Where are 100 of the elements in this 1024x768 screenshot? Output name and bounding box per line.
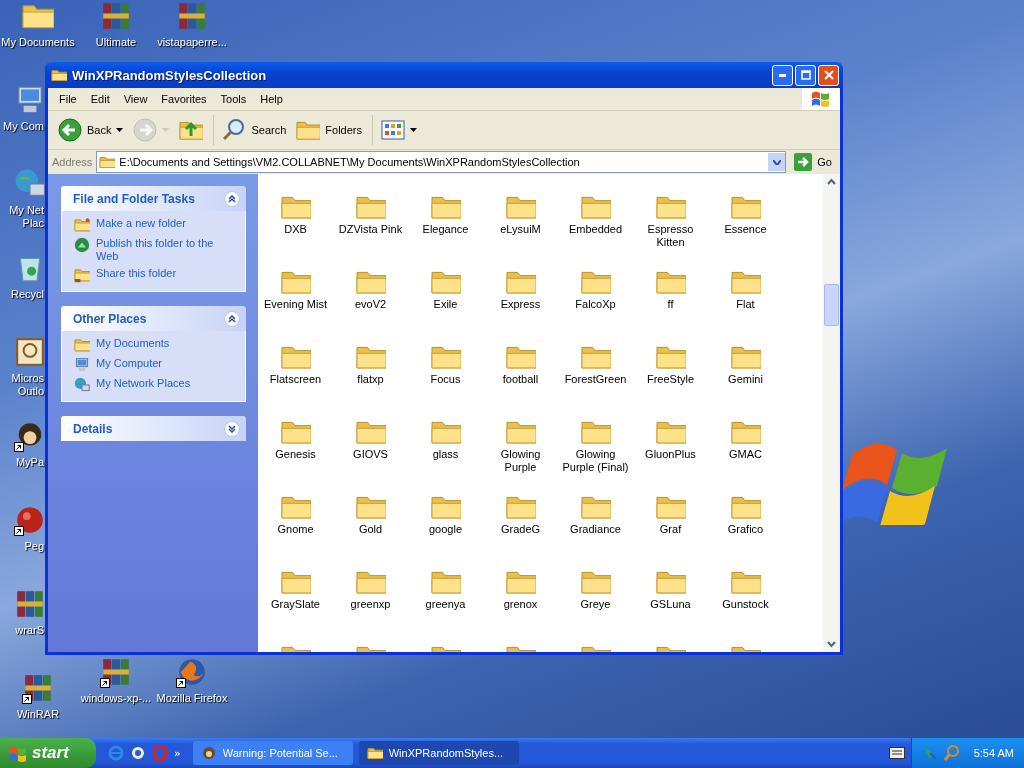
search-icon[interactable] (943, 745, 960, 761)
desktop-icon-label[interactable]: My Documents (1, 36, 75, 49)
close-button[interactable] (818, 64, 839, 86)
task-link[interactable]: Publish this folder to the Web (96, 237, 237, 263)
menu-item[interactable]: Edit (83, 93, 117, 105)
desktop-icon-label[interactable]: My Com (3, 120, 44, 133)
keyboard-icon[interactable] (888, 747, 905, 759)
desktop-icon-label[interactable]: Ultimate (95, 36, 137, 49)
menu-item[interactable]: File (52, 93, 84, 105)
go-button[interactable]: Go (790, 153, 836, 171)
shared-folder-icon (74, 267, 90, 283)
folder-label[interactable]: google (408, 523, 483, 536)
folder-label[interactable]: GMAC (708, 448, 783, 461)
folder-label[interactable]: Graf (633, 523, 708, 536)
desktop-icon-label[interactable]: windows-xp-... (80, 692, 152, 705)
folder-label[interactable]: DXB (258, 223, 333, 236)
folder-label[interactable]: Greye (558, 598, 633, 611)
folder-label[interactable]: Express (483, 298, 558, 311)
desktop-icon-label[interactable]: vistapaperre... (157, 36, 227, 49)
folder-label[interactable]: Evening Mist (258, 298, 333, 311)
scroll-thumb[interactable] (824, 284, 839, 326)
more-chevron[interactable]: » (174, 746, 181, 760)
taskbar-button[interactable]: Warning: Potential Se... (192, 741, 353, 765)
folder-label[interactable]: Glowing Purple (Final) (558, 448, 633, 474)
collapse-chevron-icon[interactable] (224, 190, 240, 207)
folder-label[interactable]: Grafico (708, 523, 783, 536)
task-link[interactable]: Share this folder (96, 267, 177, 280)
folder-label[interactable]: grenox (483, 598, 558, 611)
vertical-scrollbar[interactable] (823, 174, 840, 652)
minimize-button[interactable] (772, 64, 793, 86)
desktop-icon-label[interactable]: Mozilla Firefox (156, 692, 228, 705)
dropdown-button[interactable] (768, 153, 786, 171)
search-button[interactable]: Search (213, 115, 291, 145)
folder-label[interactable]: DZVista Pink (333, 223, 408, 236)
panel-header[interactable]: Other Places (61, 306, 246, 331)
desktop-icon-label[interactable]: Recycl (11, 288, 44, 301)
books-archive-icon (22, 672, 54, 704)
desktop-icon-label[interactable]: My Net Plac (9, 204, 44, 230)
expand-chevron-icon[interactable] (224, 420, 240, 437)
folder-label[interactable]: GSLuna (633, 598, 708, 611)
globe-computer-icon (74, 377, 90, 393)
folder-label[interactable]: Embedded (558, 223, 633, 236)
folder-label[interactable]: GraySlate (258, 598, 333, 611)
folder-label[interactable]: Genesis (258, 448, 333, 461)
folder-label[interactable]: Flatscreen (258, 373, 333, 386)
panel-header[interactable]: Details (61, 416, 246, 441)
collapse-chevron-icon[interactable] (224, 310, 240, 327)
maximize-button[interactable] (795, 64, 816, 86)
folder-label[interactable]: Gunstock (708, 598, 783, 611)
folder-icon (74, 337, 90, 353)
folder-label[interactable]: greenya (408, 598, 483, 611)
task-link[interactable]: My Documents (96, 337, 170, 350)
folder-label[interactable]: evoV2 (333, 298, 408, 311)
folder-icon (51, 68, 67, 82)
folder-label[interactable]: FreeStyle (633, 373, 708, 386)
fox-globe-icon (176, 656, 208, 688)
folder-label[interactable]: Focus (408, 373, 483, 386)
e-logo-icon[interactable] (108, 745, 124, 761)
task-link[interactable]: Make a new folder (96, 217, 186, 230)
taskbar-button[interactable]: WinXPRandomStyles... (358, 741, 519, 765)
messenger-icon[interactable] (130, 745, 146, 761)
close-icon (823, 70, 834, 80)
task-link[interactable]: My Computer (96, 357, 163, 370)
desktop-icon-label[interactable]: WinRAR (16, 708, 60, 721)
menu-item[interactable]: View (116, 93, 155, 105)
shortcut-arrow-icon (14, 526, 24, 536)
menu-item[interactable]: Tools (213, 93, 254, 105)
folder-label[interactable]: GIOVS (333, 448, 408, 461)
menu-item[interactable]: Favorites (154, 93, 214, 105)
folder-label[interactable]: flatxp (333, 373, 408, 386)
folder-label[interactable]: GradeG (483, 523, 558, 536)
windows-flag-icon (8, 744, 26, 762)
folder-label[interactable]: Glowing Purple (483, 448, 558, 474)
menu-item[interactable]: Help (253, 93, 290, 105)
folder-label[interactable]: Exile (408, 298, 483, 311)
folder-label[interactable]: football (483, 373, 558, 386)
folder-label[interactable]: glass (408, 448, 483, 461)
folders-button[interactable]: Folders (292, 115, 366, 145)
folder-label[interactable]: FalcoXp (558, 298, 633, 311)
o-logo-icon[interactable] (152, 745, 168, 761)
panel-header[interactable]: File and Folder Tasks (61, 186, 246, 211)
task-link[interactable]: My Network Places (96, 377, 191, 390)
folder-label[interactable]: greenxp (333, 598, 408, 611)
folder-label[interactable]: ff (633, 298, 708, 311)
desktop-icon-label[interactable]: Micros Outlo (11, 372, 44, 398)
folder-label[interactable]: Gold (333, 523, 408, 536)
calendar-icon (14, 336, 46, 368)
folder-label[interactable]: eLysuiM (483, 223, 558, 236)
folder-label[interactable]: Gemini (708, 373, 783, 386)
address-field[interactable]: E:\Documents and Settings\VM2.COLLABNET\My Documents\WinXPRandomStylesCollection (96, 151, 787, 173)
folder-label[interactable]: Flat (708, 298, 783, 311)
folder-label[interactable]: GluonPlus (633, 448, 708, 461)
folder-label[interactable]: ForestGreen (558, 373, 633, 386)
back-button[interactable]: Back (54, 115, 128, 145)
folder-label[interactable]: Essence (708, 223, 783, 236)
folder-label[interactable]: Gnome (258, 523, 333, 536)
folder-label[interactable]: Espresso Kitten (633, 223, 708, 249)
clock[interactable]: 5:54 AM (973, 747, 1014, 759)
folder-label[interactable]: Gradiance (558, 523, 633, 536)
folder-label[interactable]: Elegance (408, 223, 483, 236)
